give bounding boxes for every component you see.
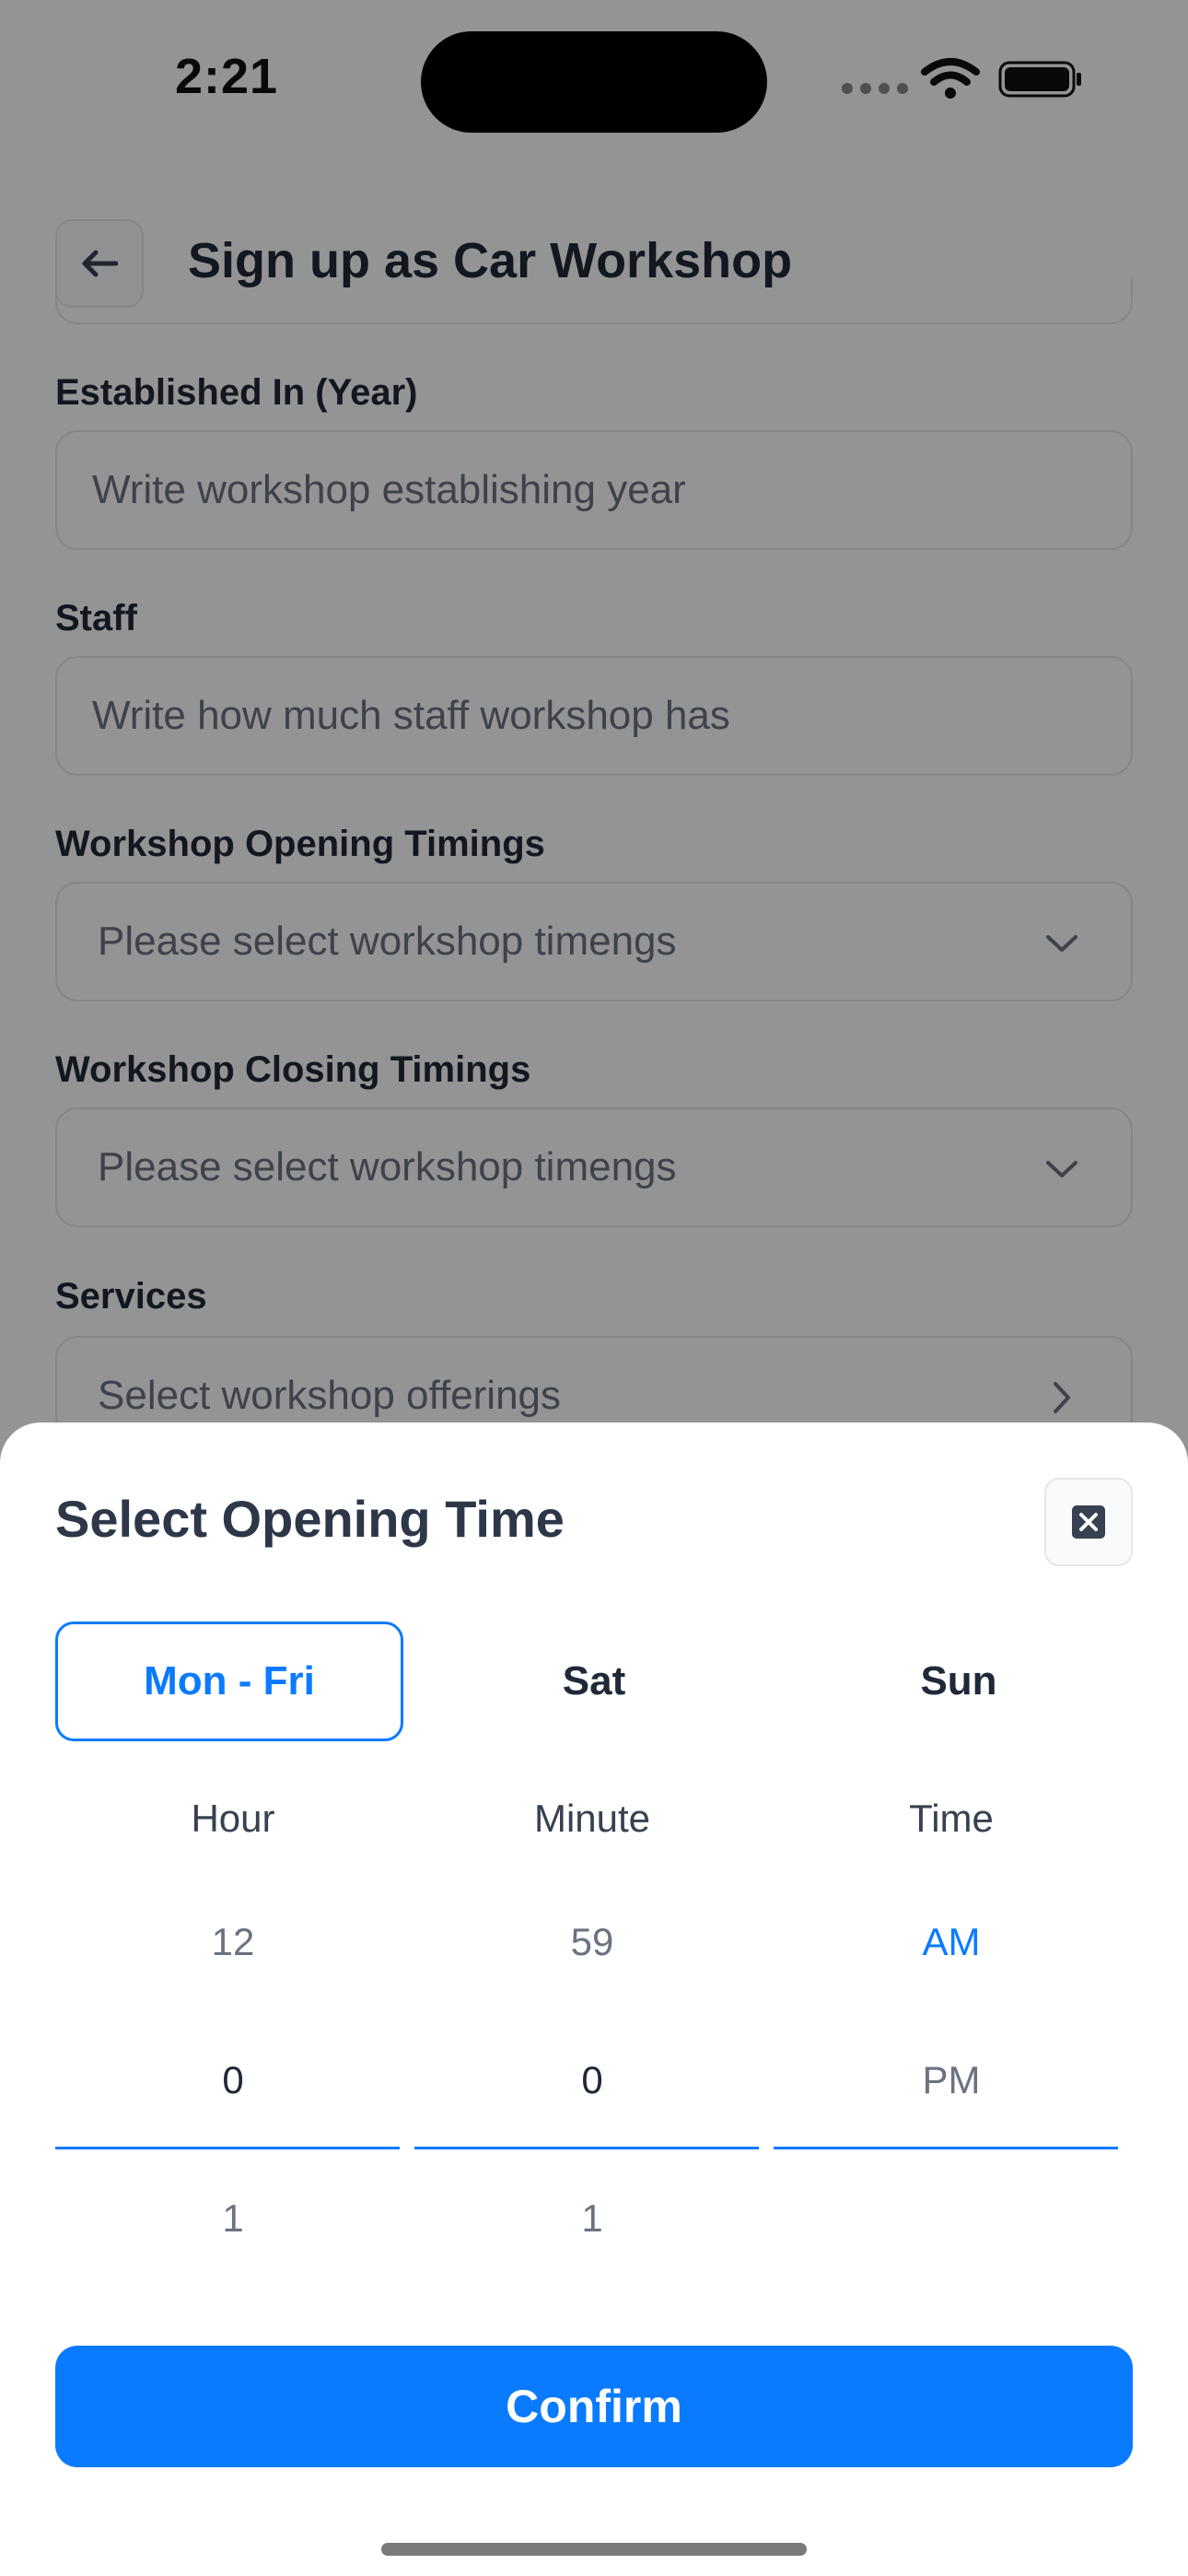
hour-option[interactable]: 1: [61, 2196, 405, 2241]
minute-header: Minute: [533, 1797, 651, 1840]
time-option-pm[interactable]: PM: [779, 2058, 1124, 2102]
tab-sun[interactable]: Sun: [785, 1622, 1133, 1741]
hour-selection-line: [55, 2147, 400, 2149]
hour-selected[interactable]: 0: [61, 2058, 405, 2102]
minute-option[interactable]: 1: [420, 2196, 764, 2241]
hour-option[interactable]: 12: [61, 1920, 405, 1964]
close-icon: [1072, 1505, 1105, 1539]
close-button[interactable]: [1044, 1478, 1133, 1566]
time-option-am[interactable]: AM: [779, 1920, 1124, 1964]
minute-selected[interactable]: 0: [420, 2058, 764, 2102]
sheet-title: Select Opening Time: [55, 1490, 565, 1548]
time-selection-line: [774, 2147, 1118, 2149]
opening-time-sheet: Select Opening Time Mon - Fri Sat Sun Ho…: [0, 1423, 1188, 2576]
confirm-button[interactable]: Confirm: [55, 2346, 1133, 2467]
hour-header: Hour: [191, 1797, 275, 1840]
tab-mon-fri[interactable]: Mon - Fri: [55, 1622, 403, 1741]
minute-selection-line: [414, 2147, 759, 2149]
minute-option[interactable]: 59: [420, 1920, 764, 1964]
day-tabs: Mon - Fri Sat Sun: [55, 1622, 1133, 1741]
time-header: Time: [909, 1797, 994, 1840]
home-indicator: [381, 2543, 807, 2556]
tab-sat[interactable]: Sat: [420, 1622, 768, 1741]
